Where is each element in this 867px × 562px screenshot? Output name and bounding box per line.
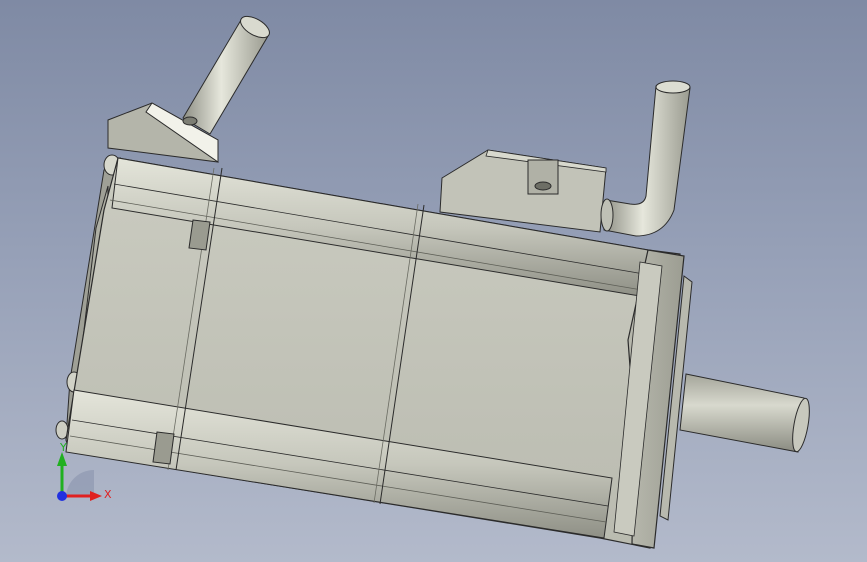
output-shaft (679, 373, 810, 453)
motor-model[interactable]: X Y (0, 0, 867, 562)
right-cable-pipe (600, 80, 691, 237)
y-axis-label: Y (59, 441, 67, 454)
x-axis-arrow (90, 491, 102, 501)
y-axis-arrow (57, 452, 67, 466)
z-axis-dot (57, 491, 67, 501)
x-axis-label: X (104, 488, 112, 501)
left-cable-pipe (182, 15, 270, 135)
cad-viewport[interactable]: X Y (0, 0, 867, 562)
